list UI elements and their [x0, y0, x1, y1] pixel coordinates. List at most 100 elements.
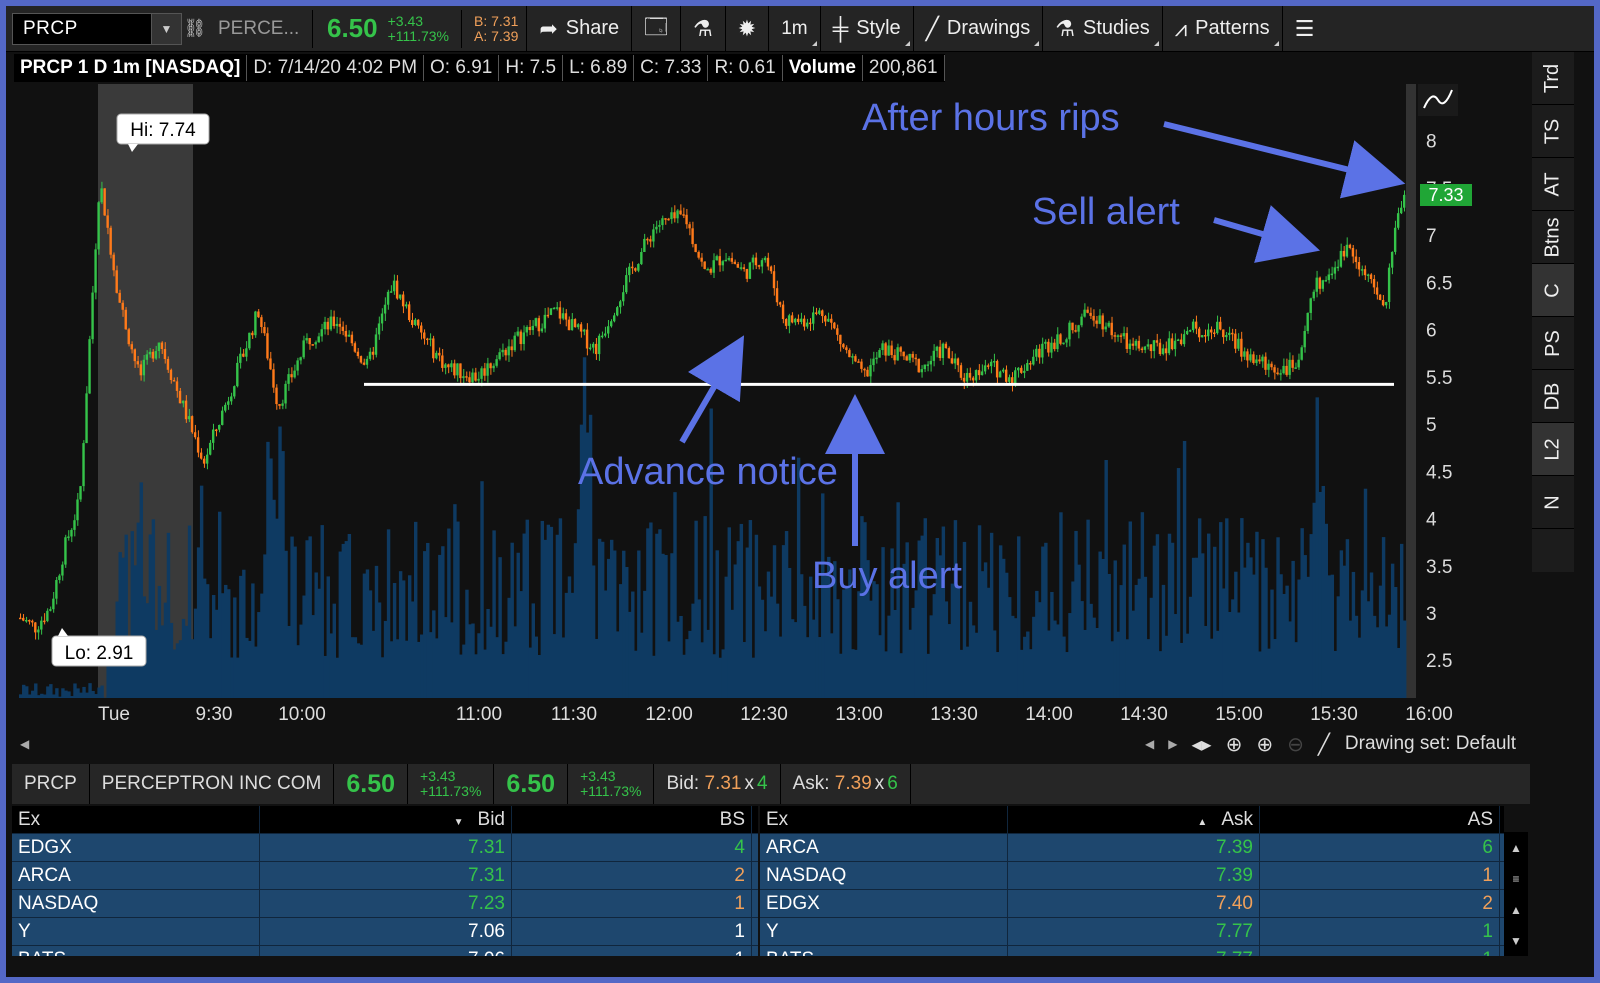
- studies-button[interactable]: ⚗ Studies: [1043, 6, 1163, 52]
- bid-row[interactable]: BATS7.061: [12, 945, 758, 956]
- time-axis[interactable]: Tue 9:30 10:00 11:00 11:30 12:00 12:30 13:00 13:…: [14, 698, 1524, 724]
- volume-bar: [769, 596, 774, 698]
- candle-body: [1206, 329, 1210, 337]
- candle-body: [1378, 294, 1382, 300]
- ask-row[interactable]: ARCA 7.39 6: [760, 833, 1504, 862]
- tab-at[interactable]: AT: [1532, 158, 1574, 211]
- tab-ps[interactable]: PS: [1532, 317, 1574, 370]
- drawing-tool-icon[interactable]: ╱: [1318, 732, 1330, 757]
- ask-row[interactable]: EDGX 7.40 2: [760, 889, 1504, 918]
- volume-bar: [751, 657, 756, 698]
- expand-horizontal-icon[interactable]: ◂▸: [1192, 732, 1212, 757]
- volume-bar: [658, 529, 662, 698]
- volume-bar: [600, 541, 605, 698]
- candle-body: [1110, 322, 1113, 336]
- price-chart[interactable]: 8.587.576.565.554.543.532.5 Tue9:3010:00…: [14, 84, 1524, 724]
- candle-body: [1390, 251, 1394, 268]
- candle-body: [1023, 370, 1026, 373]
- menu-button[interactable]: ☰: [1283, 6, 1327, 52]
- candle-body: [700, 257, 703, 262]
- tab-c[interactable]: C: [1532, 264, 1574, 317]
- bid-row[interactable]: EDGX 7.31 4: [12, 833, 758, 862]
- candle-body: [872, 358, 875, 366]
- ask-row[interactable]: NASDAQ 7.39 1: [760, 861, 1504, 890]
- crosshair-icon[interactable]: ⊕: [1226, 732, 1243, 757]
- candle-body: [513, 335, 516, 351]
- chart-canvas[interactable]: 8.587.576.565.554.543.532.5 Tue9:3010:00…: [14, 84, 1524, 724]
- symbol-selector[interactable]: PRCP ▼: [12, 12, 182, 45]
- volume-bar: [401, 580, 406, 698]
- ask-header-size[interactable]: AS: [1260, 806, 1500, 834]
- chevron-down-icon[interactable]: ▼: [151, 13, 181, 44]
- candle-body: [754, 257, 758, 266]
- bid-row[interactable]: Y 7.06 1: [12, 917, 758, 946]
- candle-body: [383, 304, 387, 314]
- symbol-input[interactable]: PRCP: [23, 18, 78, 40]
- volume-bar: [531, 603, 536, 698]
- settings-button[interactable]: ✹: [726, 6, 770, 52]
- volume-bar: [1044, 542, 1048, 698]
- scroll-up-icon-2[interactable]: ▲: [1510, 903, 1522, 917]
- tab-ts[interactable]: TS: [1532, 105, 1574, 158]
- candle-body: [1149, 344, 1153, 352]
- chart-style-icon[interactable]: [1418, 84, 1458, 116]
- drawing-set-selector[interactable]: Drawing set: Default: [1345, 733, 1516, 755]
- volume-bar: [88, 683, 92, 698]
- bid-header-ex[interactable]: Ex: [12, 806, 260, 834]
- ask-header-ex[interactable]: Ex: [760, 806, 1008, 834]
- candle-body: [480, 368, 483, 379]
- l2-scrollbar[interactable]: ▲ ≡ ▲ ▼: [1504, 832, 1528, 956]
- candle-body: [1327, 274, 1331, 281]
- style-button[interactable]: ╪ Style: [821, 6, 914, 52]
- link-icon[interactable]: ⛓: [182, 13, 208, 45]
- bid-row[interactable]: NASDAQ 7.23 1: [12, 889, 758, 918]
- scroll-left-icon[interactable]: ◀: [20, 737, 29, 751]
- candle-body: [724, 259, 727, 262]
- volume-bar: [480, 481, 484, 698]
- volume-bar: [754, 534, 759, 698]
- volume-bar: [763, 631, 768, 698]
- tab-db[interactable]: DB: [1532, 370, 1574, 423]
- volume-bar: [302, 595, 306, 698]
- share-button[interactable]: ➦ Share: [526, 6, 633, 52]
- scroll-right-small-icon[interactable]: ▶: [1168, 737, 1177, 751]
- zoom-out-icon[interactable]: ⊖: [1287, 732, 1304, 757]
- scroll-left-small-icon[interactable]: ◀: [1145, 737, 1154, 751]
- ask-row[interactable]: BATS7.771: [760, 945, 1504, 956]
- volume-bar: [407, 575, 412, 698]
- bid-header-price[interactable]: ▼ Bid: [260, 806, 512, 834]
- scroll-down-icon[interactable]: ▼: [1510, 934, 1522, 948]
- l2-symbol[interactable]: PRCP: [12, 764, 90, 804]
- scroll-grip-icon[interactable]: ≡: [1512, 872, 1519, 886]
- volume-bar: [1375, 627, 1380, 698]
- candle-body: [796, 318, 800, 322]
- volume-bar: [91, 690, 95, 698]
- volume-bar: [564, 592, 569, 698]
- bid-header-size[interactable]: BS: [512, 806, 752, 834]
- drawings-button[interactable]: ╱ Drawings: [914, 6, 1044, 52]
- tab-l2[interactable]: L2: [1532, 423, 1574, 476]
- volume-bar: [802, 605, 807, 698]
- patterns-button[interactable]: ⩘ Patterns: [1163, 6, 1283, 52]
- tab-n[interactable]: N: [1532, 476, 1574, 529]
- volume-bar: [314, 572, 318, 698]
- timeframe-button[interactable]: 1m: [769, 6, 821, 52]
- scroll-up-icon[interactable]: ▲: [1510, 841, 1522, 855]
- ask-table: Ex ▲ Ask AS ARCA 7.39 6 NASDAQ 7.39 1 EDGX 7.40 2…: [760, 806, 1504, 956]
- tab-btns[interactable]: Btns: [1532, 211, 1574, 264]
- flask-button[interactable]: ⚗: [681, 6, 726, 52]
- alert-button[interactable]: 🗔: [632, 6, 682, 52]
- ask-header-price[interactable]: ▲ Ask: [1008, 806, 1260, 834]
- zoom-in-icon[interactable]: ⊕: [1256, 732, 1273, 757]
- tab-trd[interactable]: Trd: [1532, 52, 1574, 105]
- ask-row[interactable]: Y 7.77 1: [760, 917, 1504, 946]
- price-axis[interactable]: 8.587.576.565.554.543.532.5: [1426, 84, 1452, 672]
- candle-body: [911, 353, 914, 358]
- bid-row[interactable]: ARCA 7.31 2: [12, 861, 758, 890]
- volume-bar: [1279, 574, 1283, 698]
- volume-bar: [1056, 624, 1060, 698]
- candle-body: [136, 361, 140, 365]
- volume-bar: [616, 631, 620, 698]
- volume-bar: [1098, 551, 1102, 698]
- volume-bar: [1282, 593, 1286, 698]
